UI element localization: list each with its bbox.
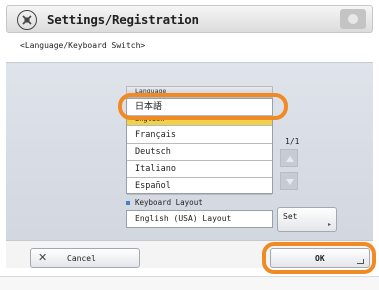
arrow-down-icon [286, 179, 294, 185]
bottom-strip [0, 276, 379, 290]
title-bar: Settings/Registration [6, 5, 373, 33]
set-button[interactable]: Set ▸ [277, 207, 337, 232]
close-icon: ✕ [38, 251, 48, 264]
list-item-french[interactable]: Français [127, 128, 272, 144]
status-icon [348, 14, 358, 24]
page-title: Settings/Registration [47, 12, 199, 27]
list-item-spanish[interactable]: Español [127, 179, 272, 195]
cancel-label: Cancel [67, 254, 96, 263]
highlight-ring-ok [262, 242, 376, 274]
list-item-german[interactable]: Deutsch [127, 145, 272, 161]
scroll-up-button[interactable] [280, 149, 298, 167]
keyboard-layout-label-text: Keyboard Layout [135, 198, 203, 207]
breadcrumb: <Language/Keyboard Switch> [20, 41, 146, 50]
settings-wrench-icon [17, 10, 37, 30]
set-button-label: Set [283, 212, 298, 221]
chevron-right-icon: ▸ [327, 221, 331, 228]
keyboard-layout-label: Keyboard Layout [126, 198, 203, 207]
page-indicator: 1/1 [285, 137, 300, 146]
arrow-up-icon [286, 156, 294, 162]
cancel-button[interactable]: ✕ Cancel [30, 248, 140, 268]
highlight-ring-language [118, 93, 288, 120]
screen: Settings/Registration <Language/Keyboard… [0, 0, 379, 290]
scroll-down-button[interactable] [280, 172, 298, 190]
bullet-icon [126, 201, 130, 205]
status-monitor-button[interactable] [340, 9, 366, 29]
keyboard-layout-field: English (USA) Layout [126, 210, 273, 228]
list-item-italian[interactable]: Italiano [127, 162, 272, 178]
